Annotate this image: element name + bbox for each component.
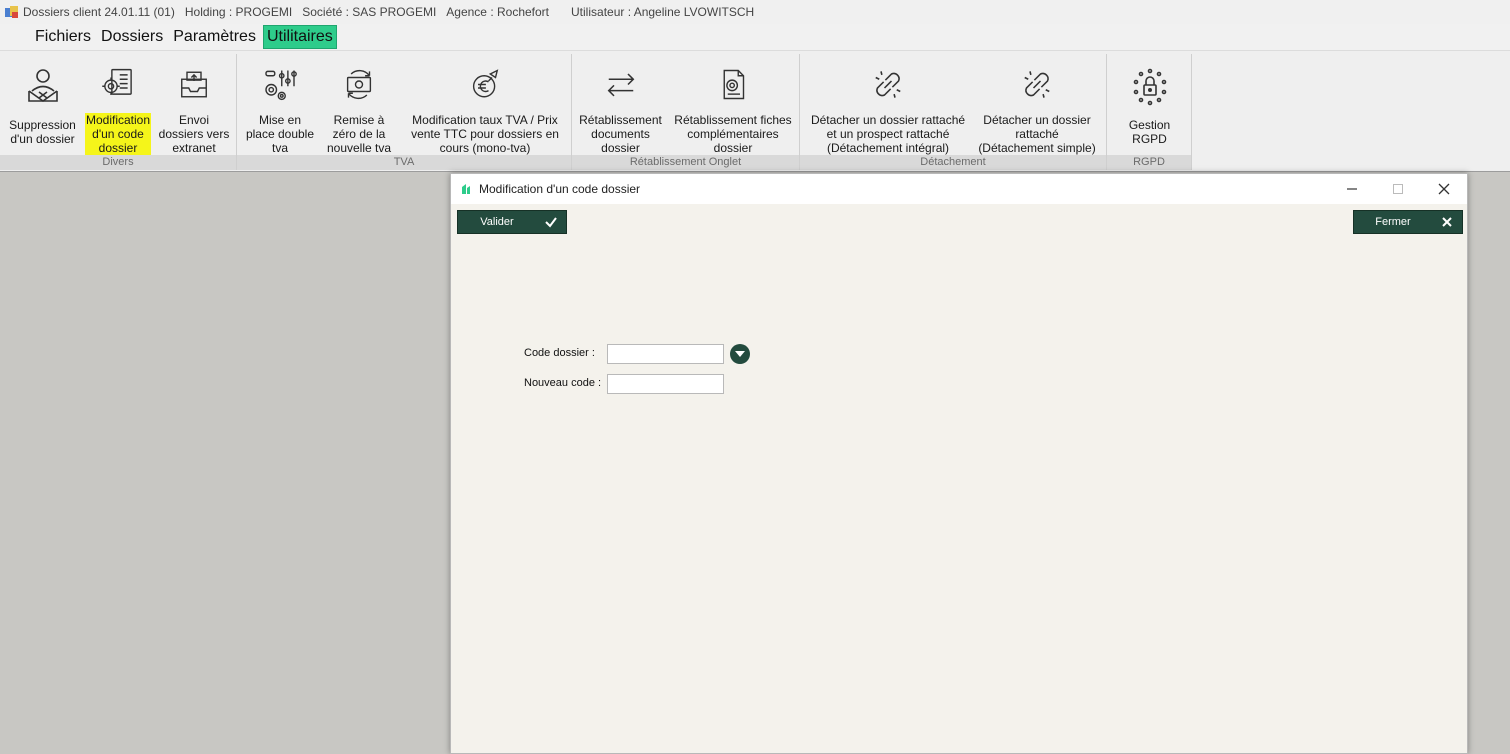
code-dossier-lookup-button[interactable] <box>730 344 750 364</box>
group-label-tva: TVA <box>237 155 571 170</box>
mise-en-place-double-tva-label: Mise en place double tva <box>245 113 315 155</box>
nouveau-code-input[interactable] <box>607 374 724 394</box>
broken-link-icon <box>1024 71 1050 98</box>
retablissement-fiches-complementaires-label: Rétablissement fiches complémentaires do… <box>674 113 792 155</box>
modification-code-dialog: Modification d'un code dossier Valider F… <box>450 173 1468 754</box>
detachement-integral-label: Détacher un dossier rattaché et un prosp… <box>810 113 966 155</box>
remise-zero-nouvelle-tva-label: Remise à zéro de la nouvelle tva <box>326 113 392 155</box>
settings-document-icon <box>102 68 132 95</box>
detachement-integral-button[interactable]: Détacher un dossier rattaché et un prosp… <box>805 54 971 155</box>
group-divers: Suppression d'un dossier Modification d'… <box>0 54 237 170</box>
agence-text: Agence : Rochefort <box>446 5 550 19</box>
valider-label: Valider <box>480 216 514 228</box>
dialog-title: Modification d'un code dossier <box>479 182 641 196</box>
fermer-label: Fermer <box>1375 216 1411 228</box>
group-label-divers: Divers <box>0 155 236 170</box>
euro-rocket-icon <box>472 69 499 98</box>
societe-text: Société : SAS PROGEMI <box>302 5 437 19</box>
group-label-rgpd: RGPD <box>1107 155 1191 170</box>
code-dossier-input[interactable] <box>607 344 724 364</box>
envoi-dossiers-extranet-button[interactable]: Envoi dossiers vers extranet <box>156 54 232 155</box>
utilisateur-text: Utilisateur : Angeline LVOWITSCH <box>571 5 755 19</box>
app-logo-icon <box>462 184 470 194</box>
suppression-dossier-button[interactable]: Suppression d'un dossier <box>5 54 80 155</box>
menu-fichiers[interactable]: Fichiers <box>32 26 94 48</box>
close-icon <box>1438 183 1450 195</box>
sliders-gears-icon <box>265 70 297 101</box>
fermer-button[interactable]: Fermer <box>1353 210 1463 234</box>
group-rgpd: Gestion RGPD RGPD <box>1107 54 1192 170</box>
modification-code-dossier-label: Modification d'un code dossier <box>84 113 152 155</box>
retablissement-documents-dossier-button[interactable]: Rétablissement documents dossier <box>577 54 664 155</box>
gestion-rgpd-button[interactable]: Gestion RGPD <box>1112 54 1187 155</box>
maximize-icon <box>1393 184 1403 194</box>
envoi-dossiers-extranet-label: Envoi dossiers vers extranet <box>158 113 230 155</box>
group-label-retablissement: Rétablissement Onglet <box>572 155 799 170</box>
menu-dossiers[interactable]: Dossiers <box>98 26 166 48</box>
app-icon <box>4 4 20 20</box>
minimize-icon <box>1347 188 1357 190</box>
ribbon: Suppression d'un dossier Modification d'… <box>0 51 1510 172</box>
menu-parametres[interactable]: Paramètres <box>170 26 259 48</box>
lock-stars-icon <box>1133 68 1166 106</box>
nouveau-code-label: Nouveau code : <box>524 377 602 389</box>
app-titlebar: Dossiers client 24.01.11 (01) Holding : … <box>0 0 1510 24</box>
close-window-button[interactable] <box>1421 174 1467 204</box>
gestion-rgpd-label: Gestion RGPD <box>1128 118 1171 146</box>
swap-arrows-icon <box>607 73 634 97</box>
mise-en-place-double-tva-button[interactable]: Mise en place double tva <box>242 54 318 155</box>
group-retablissement: Rétablissement documents dossier Rétabli… <box>572 54 800 170</box>
checkmark-icon <box>545 217 557 228</box>
modification-code-dossier-button[interactable]: Modification d'un code dossier <box>80 54 156 155</box>
dialog-titlebar: Modification d'un code dossier <box>451 174 1467 204</box>
holding-text: Holding : PROGEMI <box>184 5 293 19</box>
person-delete-icon <box>27 69 58 102</box>
group-detachement: Détacher un dossier rattaché et un prosp… <box>800 54 1107 170</box>
money-reset-icon <box>346 69 372 100</box>
chevron-down-icon <box>735 351 745 357</box>
detachement-simple-label: Détacher un dossier rattaché (Détachemen… <box>978 113 1096 155</box>
group-tva: Mise en place double tva Remise à zéro d… <box>237 54 572 170</box>
valider-button[interactable]: Valider <box>457 210 567 234</box>
menu-utilitaires[interactable]: Utilitaires <box>262 25 337 49</box>
menu-bar: Fichiers Dossiers Paramètres Utilitaires <box>0 24 1510 51</box>
detachement-simple-button[interactable]: Détacher un dossier rattaché (Détachemen… <box>972 54 1102 155</box>
retablissement-documents-dossier-label: Rétablissement documents dossier <box>579 113 662 155</box>
retablissement-fiches-complementaires-button[interactable]: Rétablissement fiches complémentaires do… <box>670 54 796 155</box>
inbox-upload-icon <box>181 71 207 98</box>
document-settings-icon <box>723 69 745 100</box>
modification-taux-tva-button[interactable]: Modification taux TVA / Prix vente TTC p… <box>403 54 567 155</box>
remise-zero-nouvelle-tva-button[interactable]: Remise à zéro de la nouvelle tva <box>319 54 399 155</box>
close-icon <box>1442 217 1452 227</box>
minimize-button[interactable] <box>1329 174 1375 204</box>
group-label-detachement: Détachement <box>800 155 1106 170</box>
app-name: Dossiers client 24.01.11 (01) <box>23 5 175 19</box>
maximize-button[interactable] <box>1375 174 1421 204</box>
modification-taux-tva-label: Modification taux TVA / Prix vente TTC p… <box>411 113 559 155</box>
code-dossier-label: Code dossier : <box>524 347 595 359</box>
suppression-dossier-label: Suppression d'un dossier <box>9 118 76 146</box>
broken-link-icon <box>875 71 901 98</box>
